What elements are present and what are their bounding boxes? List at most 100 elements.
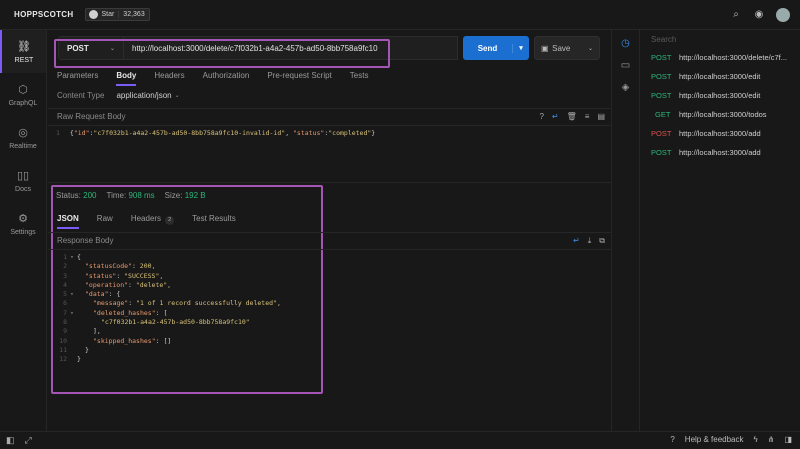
history-list: Search POST http://localhost:3000/delete/… <box>641 30 800 431</box>
url-row: POST ⌄ http://localhost:3000/delete/c7f0… <box>48 36 611 68</box>
json-key: "data" <box>85 290 109 299</box>
size-label: Size: <box>164 191 183 200</box>
nav-docs[interactable]: ▯▯ Docs <box>0 159 46 202</box>
search-icon[interactable]: ⌕ <box>730 9 742 21</box>
tab-response-headers[interactable]: Headers 2 <box>130 209 175 229</box>
history-item[interactable]: GET http://localhost:3000/todos <box>641 105 800 124</box>
sidebar-toggle-icon[interactable]: ◧ <box>6 435 15 446</box>
history-method: POST <box>651 91 672 100</box>
tab-headers[interactable]: Headers <box>154 66 184 86</box>
nav-rest[interactable]: ⛓ REST <box>0 30 46 73</box>
star-label: Star <box>101 11 120 18</box>
tab-json[interactable]: JSON <box>57 209 79 229</box>
raw-body-editor[interactable]: 1 {"id":"c7f032b1-a4a2-457b-ad50-8bb758a… <box>48 125 611 179</box>
url-highlight-box <box>54 39 390 68</box>
content-type-row: Content Type application/json ⌄ <box>57 91 180 100</box>
send-button[interactable]: Send ▾ <box>463 36 529 60</box>
line-number: 11 <box>59 345 67 354</box>
tab-response-headers-label: Headers <box>130 214 162 223</box>
fold-chevron-icon[interactable]: ▾ <box>70 309 77 318</box>
save-icon: ▣ <box>541 43 549 53</box>
line-number: 10 <box>59 336 67 345</box>
tab-body[interactable]: Body <box>116 66 137 86</box>
import-file-icon[interactable]: ▤ <box>597 112 605 121</box>
right-panel-tabs: ◷ ▭ ◈ <box>612 30 640 431</box>
history-search-input[interactable]: Search <box>641 30 800 48</box>
help-icon[interactable]: ? <box>539 112 543 121</box>
json-key: "deleted_hashes" <box>93 308 156 317</box>
json-key: "status" <box>85 271 117 280</box>
history-item[interactable]: POST http://localhost:3000/edit <box>641 67 800 86</box>
share-icon[interactable]: ⋔ <box>768 435 775 444</box>
wrap-lines-icon[interactable]: ↵ <box>573 236 580 246</box>
json-value: [ <box>163 308 168 317</box>
nav-settings[interactable]: ⚙ Settings <box>0 202 46 245</box>
fold-chevron-icon[interactable]: ▾ <box>70 253 77 262</box>
nav-rest-label: REST <box>14 56 34 64</box>
fold-chevron-icon[interactable]: ▾ <box>70 290 77 299</box>
tab-pre-request-script[interactable]: Pre-request Script <box>267 66 331 86</box>
history-url: http://localhost:3000/add <box>679 129 761 138</box>
history-item[interactable]: POST http://localhost:3000/edit <box>641 86 800 105</box>
brand-logo[interactable]: HOPPSCOTCH <box>14 10 73 19</box>
code-line: 11 } <box>56 346 603 355</box>
line-number: 12 <box>59 355 67 364</box>
side-navigation: ⛓ REST ⬡ GraphQL ◎ Realtime ▯▯ Docs ⚙ Se… <box>0 30 47 431</box>
support-icon[interactable]: ◉ <box>753 9 765 21</box>
tab-raw[interactable]: Raw <box>97 209 113 229</box>
github-star-button[interactable]: Star 32,363 <box>85 8 150 21</box>
wrap-lines-icon[interactable]: ↵ <box>552 112 559 121</box>
help-feedback-button[interactable]: Help & feedback <box>685 435 744 444</box>
send-options-chevron-icon[interactable]: ▾ <box>513 44 529 52</box>
history-item[interactable]: POST http://localhost:3000/add <box>641 124 800 143</box>
history-url: http://localhost:3000/delete/c7f... <box>679 53 787 62</box>
history-item[interactable]: POST http://localhost:3000/delete/c7f... <box>641 48 800 67</box>
help-icon[interactable]: ? <box>670 435 674 444</box>
json-value: "SUCCESS", <box>124 271 164 280</box>
side-panel-icon[interactable]: ◨ <box>784 435 792 444</box>
tab-tests[interactable]: Tests <box>350 66 369 86</box>
folder-icon[interactable]: ▭ <box>621 60 630 71</box>
response-size: 192 B <box>184 191 206 200</box>
trash-icon[interactable]: 🗑 <box>567 112 577 121</box>
nav-realtime[interactable]: ◎ Realtime <box>0 116 46 159</box>
response-body-viewer[interactable]: 1 ▾{2 "statusCode": 200, 3 "status": "SUCC… <box>48 249 611 432</box>
line-number: 3 <box>63 271 67 280</box>
line-number: 9 <box>63 327 67 336</box>
code-line: 6 "message": "1 of 1 record successfully… <box>56 299 603 308</box>
code-line: 2 "statusCode": 200, <box>56 262 603 271</box>
json-value: } <box>77 355 81 364</box>
avatar[interactable] <box>776 8 790 22</box>
star-count: 32,363 <box>123 11 145 18</box>
content-type-select[interactable]: application/json <box>116 91 171 100</box>
line-number: 2 <box>63 262 67 271</box>
layers-icon[interactable]: ◈ <box>622 82 630 93</box>
copy-icon[interactable]: ⧉ <box>599 236 605 246</box>
tab-test-results[interactable]: Test Results <box>192 209 236 229</box>
tab-parameters[interactable]: Parameters <box>57 66 98 86</box>
fullscreen-icon[interactable]: ⤢ <box>25 435 32 446</box>
nav-graphql-label: GraphQL <box>8 99 38 107</box>
code-line: 3 "status": "SUCCESS", <box>56 272 603 281</box>
github-icon <box>89 10 99 19</box>
nav-graphql[interactable]: ⬡ GraphQL <box>0 73 46 116</box>
response-body-header: Response Body ↵ ⤓ ⧉ <box>48 232 611 248</box>
json-value: "1 of 1 record successfully deleted", <box>136 299 281 308</box>
code-line: 1 ▾{ <box>56 253 603 262</box>
save-label: Save <box>552 43 571 53</box>
chevron-down-icon[interactable]: ⌄ <box>588 45 593 52</box>
json-key: "status" <box>293 129 325 137</box>
history-item[interactable]: POST http://localhost:3000/add <box>641 143 800 162</box>
download-icon[interactable]: ⤓ <box>588 236 592 246</box>
shortcuts-icon[interactable]: ϟ <box>754 435 758 444</box>
prettify-icon[interactable]: ≡ <box>585 112 590 121</box>
response-status-bar: Status: 200 Time: 908 ms Size: 192 B <box>56 191 206 200</box>
line-number: 1 <box>63 253 67 261</box>
history-icon[interactable]: ◷ <box>621 38 630 49</box>
response-panel: Status: 200 Time: 908 ms Size: 192 B JSO… <box>48 182 611 431</box>
code-line: 10 "skipped_hashes": [] <box>56 337 603 346</box>
save-button[interactable]: ▣ Save ⌄ <box>534 36 600 60</box>
tab-authorization[interactable]: Authorization <box>203 66 250 86</box>
chevron-down-icon[interactable]: ⌄ <box>175 92 180 99</box>
code-line: 5 ▾ "data": { <box>56 290 603 299</box>
